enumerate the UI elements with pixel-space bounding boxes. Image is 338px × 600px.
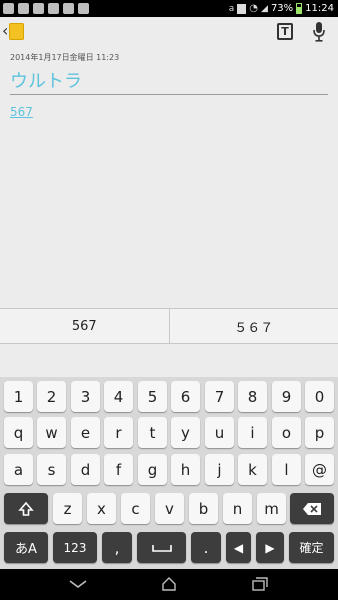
note-title[interactable]: ウルトラ (10, 67, 82, 93)
candidate-2[interactable]: ５６７ (168, 309, 338, 343)
key-g[interactable]: g (138, 454, 167, 485)
gallery-notification-icon (33, 3, 44, 14)
key-d[interactable]: d (71, 454, 100, 485)
keyboard: 1 2 3 4 5 6 7 8 9 0 q w e r t y u i o p … (0, 377, 338, 569)
key-f[interactable]: f (104, 454, 133, 485)
key-at[interactable]: @ (305, 454, 334, 485)
nfc-icon (237, 3, 247, 14)
note-date: 2014年1月17日金曜日 11:23 (10, 53, 120, 62)
key-h[interactable]: h (171, 454, 200, 485)
cursor-right-key[interactable]: ▶ (256, 532, 284, 563)
keyboard-spacer (0, 344, 338, 377)
cursor-left-key[interactable]: ◀ (226, 532, 251, 563)
play-notification-icon (63, 3, 74, 14)
signal-icon: ◢ (261, 3, 268, 14)
notification-icon (3, 3, 14, 14)
shift-key[interactable] (4, 493, 48, 524)
key-o[interactable]: o (272, 417, 301, 448)
notification-icons (3, 3, 89, 14)
key-s[interactable]: s (37, 454, 66, 485)
key-i[interactable]: i (238, 417, 267, 448)
key-l[interactable]: l (272, 454, 301, 485)
input-mode-key[interactable]: あA (4, 532, 48, 563)
battery-percent: 73% (270, 3, 294, 14)
navigation-bar (0, 569, 338, 600)
key-u[interactable]: u (205, 417, 234, 448)
recents-icon (252, 577, 268, 591)
note-body[interactable]: 567 (10, 105, 33, 119)
home-icon (162, 577, 176, 591)
backspace-key[interactable] (290, 493, 334, 524)
battery-icon (296, 3, 303, 14)
candidate-1[interactable]: 567 (0, 309, 169, 343)
key-q[interactable]: q (4, 417, 33, 448)
space-key[interactable] (137, 532, 186, 563)
notes-app-icon[interactable] (9, 23, 24, 40)
wifi-icon: ◔ (249, 3, 259, 14)
number-mode-key[interactable]: 123 (53, 532, 97, 563)
key-m[interactable]: m (257, 493, 286, 524)
title-divider (10, 94, 328, 95)
note-editor[interactable]: 2014年1月17日金曜日 11:23 ウルトラ 567 (0, 47, 338, 308)
recents-nav-button[interactable] (250, 575, 270, 593)
key-6[interactable]: 6 (171, 381, 200, 412)
key-7[interactable]: 7 (205, 381, 234, 412)
status-bar: a ◔ ◢ 73% 11:24 (0, 0, 338, 17)
arrow-right-icon: ▶ (265, 540, 275, 555)
key-8[interactable]: 8 (238, 381, 267, 412)
text-format-icon[interactable]: T (277, 23, 293, 40)
key-1[interactable]: 1 (4, 381, 33, 412)
app-bar: ‹ T (0, 17, 338, 47)
key-9[interactable]: 9 (272, 381, 301, 412)
arrow-left-icon: ◀ (233, 540, 244, 555)
key-w[interactable]: w (37, 417, 66, 448)
comma-key[interactable]: , (102, 532, 132, 563)
key-0[interactable]: 0 (305, 381, 334, 412)
key-b[interactable]: b (189, 493, 218, 524)
key-c[interactable]: c (121, 493, 150, 524)
key-v[interactable]: v (155, 493, 184, 524)
youtube-notification-icon (78, 3, 89, 14)
key-n[interactable]: n (223, 493, 252, 524)
period-key[interactable]: . (191, 532, 221, 563)
key-3[interactable]: 3 (71, 381, 100, 412)
microphone-icon[interactable] (312, 21, 326, 43)
backspace-icon (303, 502, 321, 515)
confirm-key[interactable]: 確定 (289, 532, 334, 563)
key-k[interactable]: k (238, 454, 267, 485)
candidate-bar: 567 ５６７ (0, 308, 338, 344)
key-t[interactable]: t (138, 417, 167, 448)
home-nav-button[interactable] (159, 575, 179, 593)
key-x[interactable]: x (87, 493, 116, 524)
key-e[interactable]: e (71, 417, 100, 448)
key-p[interactable]: p (305, 417, 334, 448)
space-icon (151, 544, 172, 552)
key-a[interactable]: a (4, 454, 33, 485)
back-chevron-icon[interactable]: ‹ (2, 21, 8, 40)
back-chevron-down-icon (69, 580, 87, 588)
key-5[interactable]: 5 (138, 381, 167, 412)
clock: 11:24 (305, 3, 334, 14)
shift-icon (18, 501, 34, 516)
key-2[interactable]: 2 (37, 381, 66, 412)
back-nav-button[interactable] (68, 575, 88, 593)
chrome-notification-icon (48, 3, 59, 14)
key-y[interactable]: y (171, 417, 200, 448)
key-4[interactable]: 4 (104, 381, 133, 412)
notification-icon (18, 3, 29, 14)
key-j[interactable]: j (205, 454, 234, 485)
key-z[interactable]: z (53, 493, 82, 524)
system-status: a ◔ ◢ 73% 11:24 (229, 1, 334, 16)
key-r[interactable]: r (104, 417, 133, 448)
amazon-icon: a (228, 3, 235, 14)
